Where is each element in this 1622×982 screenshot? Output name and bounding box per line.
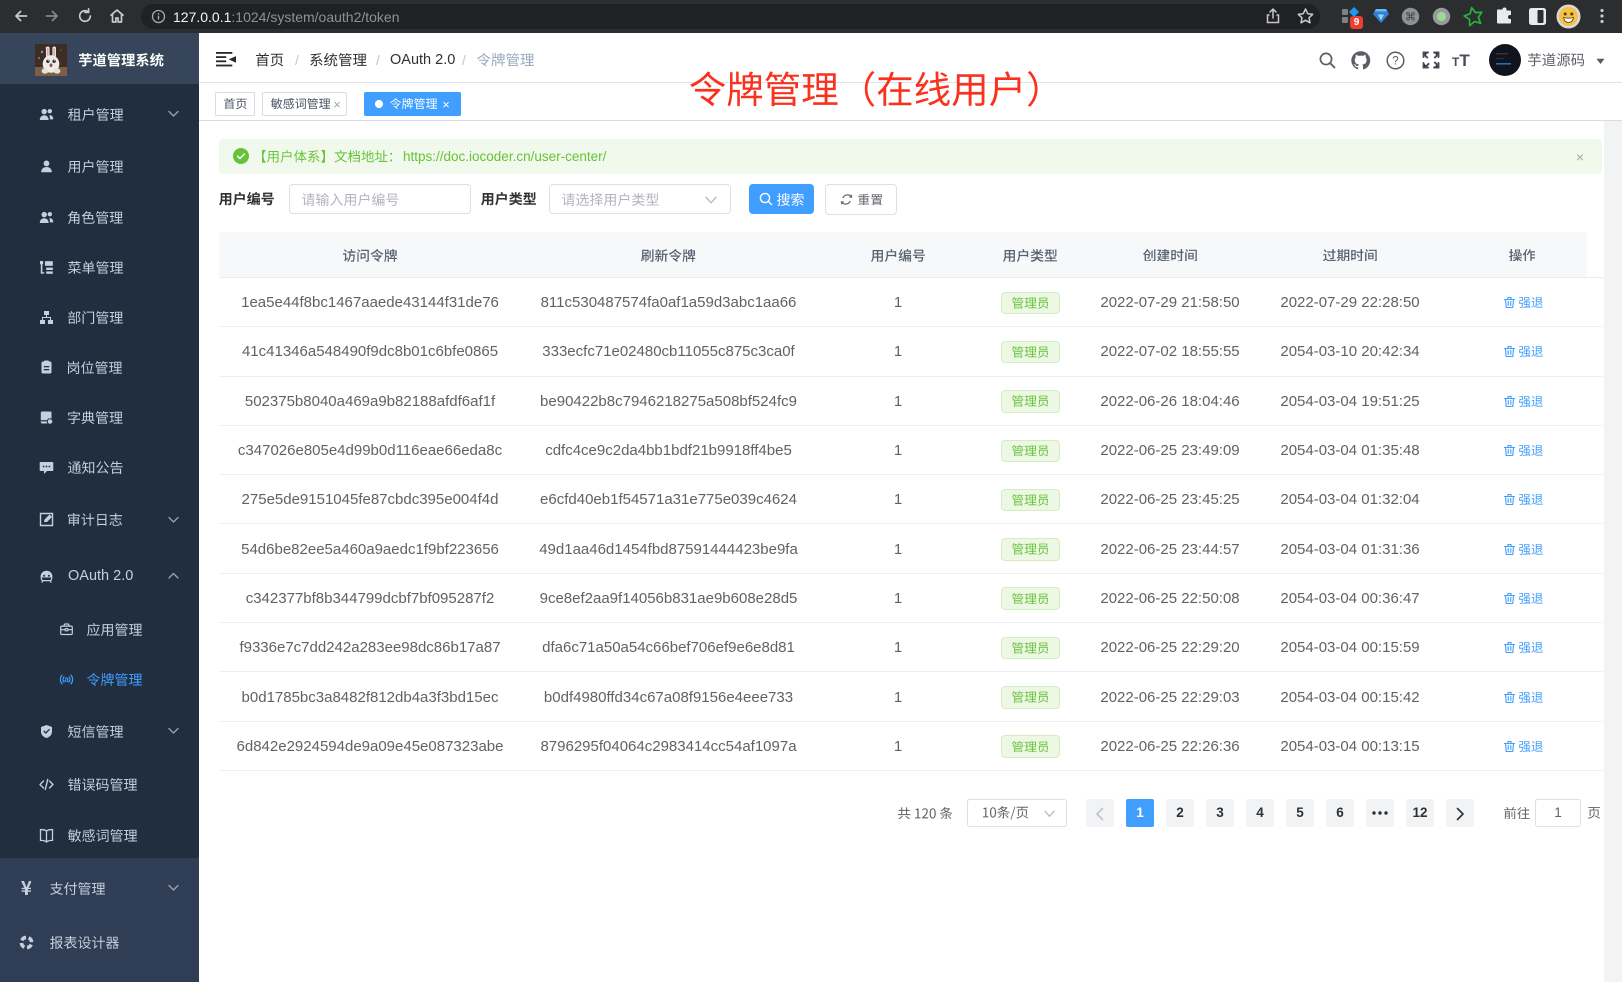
svg-text:⌘: ⌘ <box>1405 11 1416 23</box>
svg-text:?: ? <box>1392 56 1398 68</box>
svg-text:a: a <box>64 675 69 684</box>
